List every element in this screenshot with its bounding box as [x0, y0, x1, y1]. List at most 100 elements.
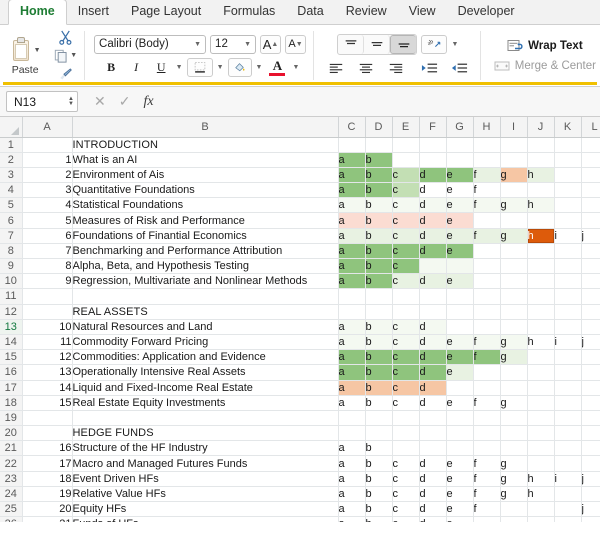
cancel-icon[interactable]: ✕ — [94, 93, 106, 110]
cell-L2[interactable] — [581, 152, 600, 168]
row-header-13[interactable]: 13 — [0, 319, 23, 335]
merge-center-button[interactable]: Merge & Center — [494, 60, 596, 72]
cell-A17[interactable]: 14 — [22, 380, 73, 396]
copy-chevron-down-icon[interactable]: ▼ — [70, 52, 77, 59]
cell-L10[interactable] — [581, 273, 600, 290]
cell-E7[interactable]: c — [392, 228, 420, 244]
cell-H16[interactable] — [473, 364, 501, 381]
column-header-I[interactable]: I — [500, 117, 528, 138]
cell-I14[interactable]: g — [500, 334, 528, 351]
cell-C21[interactable]: a — [338, 440, 366, 457]
cell-A18[interactable]: 15 — [22, 395, 73, 411]
cell-A6[interactable]: 5 — [22, 212, 73, 229]
cell-B6[interactable]: Measures of Risk and Performance — [72, 212, 339, 229]
cell-K25[interactable] — [554, 501, 582, 518]
cell-E18[interactable]: c — [392, 395, 420, 411]
table-row[interactable]: 6 5 Measures of Risk and Performance a b c d e — [0, 212, 600, 229]
cell-C26[interactable]: a — [338, 516, 366, 522]
cell-D10[interactable]: b — [365, 273, 393, 290]
row-header-4[interactable]: 4 — [0, 182, 23, 199]
cell-C4[interactable]: a — [338, 182, 366, 199]
cell-A3[interactable]: 2 — [22, 167, 73, 184]
cell-C10[interactable]: a — [338, 273, 366, 290]
cell-I21[interactable] — [500, 440, 528, 457]
cell-F3[interactable]: d — [419, 167, 447, 184]
increase-indent-button[interactable] — [447, 59, 473, 78]
cell-L18[interactable] — [581, 395, 600, 411]
cell-D16[interactable]: b — [365, 364, 393, 381]
select-all-corner[interactable] — [0, 117, 23, 138]
formula-input[interactable] — [164, 91, 594, 112]
cell-K24[interactable] — [554, 486, 582, 503]
cell-J19[interactable] — [527, 410, 555, 427]
cell-B4[interactable]: Quantitative Foundations — [72, 182, 339, 199]
cell-K21[interactable] — [554, 440, 582, 457]
cell-K8[interactable] — [554, 243, 582, 260]
cell-I5[interactable]: g — [500, 197, 528, 214]
cell-K20[interactable] — [554, 425, 582, 442]
cell-D19[interactable] — [365, 410, 393, 427]
cell-L8[interactable] — [581, 243, 600, 260]
cell-H9[interactable] — [473, 258, 501, 275]
name-box[interactable]: N13 ▲ ▼ — [6, 91, 78, 112]
cell-G13[interactable] — [446, 319, 474, 335]
cell-F25[interactable]: d — [419, 501, 447, 518]
cell-K13[interactable] — [554, 319, 582, 335]
table-row[interactable]: 7 6 Foundations of Finantial Economics a b c d… — [0, 228, 600, 244]
cell-I23[interactable]: g — [500, 471, 528, 487]
table-row[interactable]: 8 7 Benchmarking and Performance Attributi… — [0, 243, 600, 260]
cell-G2[interactable] — [446, 152, 474, 168]
cell-E16[interactable]: c — [392, 364, 420, 381]
row-header-17[interactable]: 17 — [0, 380, 23, 396]
cell-J10[interactable] — [527, 273, 555, 290]
cell-A21[interactable]: 16 — [22, 440, 73, 457]
borders-button[interactable] — [186, 57, 213, 77]
cell-F18[interactable]: d — [419, 395, 447, 411]
cell-G14[interactable]: e — [446, 334, 474, 351]
cell-G10[interactable]: e — [446, 273, 474, 290]
row-header-2[interactable]: 2 — [0, 152, 23, 168]
cell-F14[interactable]: d — [419, 334, 447, 351]
cell-J25[interactable] — [527, 501, 555, 518]
cell-F23[interactable]: d — [419, 471, 447, 487]
cell-G26[interactable]: e — [446, 516, 474, 522]
ribbon-tab-home[interactable]: Home — [8, 0, 67, 25]
cell-B2[interactable]: What is an AI — [72, 152, 339, 168]
cell-E4[interactable]: c — [392, 182, 420, 199]
row-header-12[interactable]: 12 — [0, 304, 23, 320]
cell-E23[interactable]: c — [392, 471, 420, 487]
cell-J5[interactable]: h — [527, 197, 555, 214]
cell-L24[interactable] — [581, 486, 600, 503]
cell-K19[interactable] — [554, 410, 582, 427]
cell-F13[interactable]: d — [419, 319, 447, 335]
cell-A1[interactable] — [22, 137, 73, 153]
cell-A22[interactable]: 17 — [22, 455, 73, 472]
cell-K23[interactable]: i — [554, 471, 582, 487]
copy-button[interactable]: ▼ — [54, 47, 77, 64]
cell-D2[interactable]: b — [365, 152, 393, 168]
format-painter-button[interactable] — [58, 65, 73, 82]
cell-H17[interactable] — [473, 380, 501, 396]
cell-A23[interactable]: 18 — [22, 471, 73, 487]
cell-A11[interactable] — [22, 288, 73, 305]
cell-E15[interactable]: c — [392, 349, 420, 366]
cell-I11[interactable] — [500, 288, 528, 305]
cell-E24[interactable]: c — [392, 486, 420, 503]
row-header-20[interactable]: 20 — [0, 425, 23, 442]
row-header-7[interactable]: 7 — [0, 228, 23, 244]
cell-F19[interactable] — [419, 410, 447, 427]
cell-A7[interactable]: 6 — [22, 228, 73, 244]
table-row[interactable]: 23 18 Event Driven HFs a b c d e f g h i j — [0, 471, 600, 487]
row-header-22[interactable]: 22 — [0, 455, 23, 472]
cell-C3[interactable]: a — [338, 167, 366, 184]
cell-A2[interactable]: 1 — [22, 152, 73, 168]
cell-B26[interactable]: Funds of HFs — [72, 516, 339, 522]
cell-C5[interactable]: a — [338, 197, 366, 214]
name-box-spinner[interactable]: ▲ ▼ — [68, 96, 74, 107]
cell-B10[interactable]: Regression, Multivariate and Nonlinear M… — [72, 273, 339, 290]
cell-D8[interactable]: b — [365, 243, 393, 260]
font-color-chevron-down-icon[interactable]: ▼ — [292, 64, 299, 71]
cell-H20[interactable] — [473, 425, 501, 442]
cell-H15[interactable]: f — [473, 349, 501, 366]
cell-J18[interactable] — [527, 395, 555, 411]
